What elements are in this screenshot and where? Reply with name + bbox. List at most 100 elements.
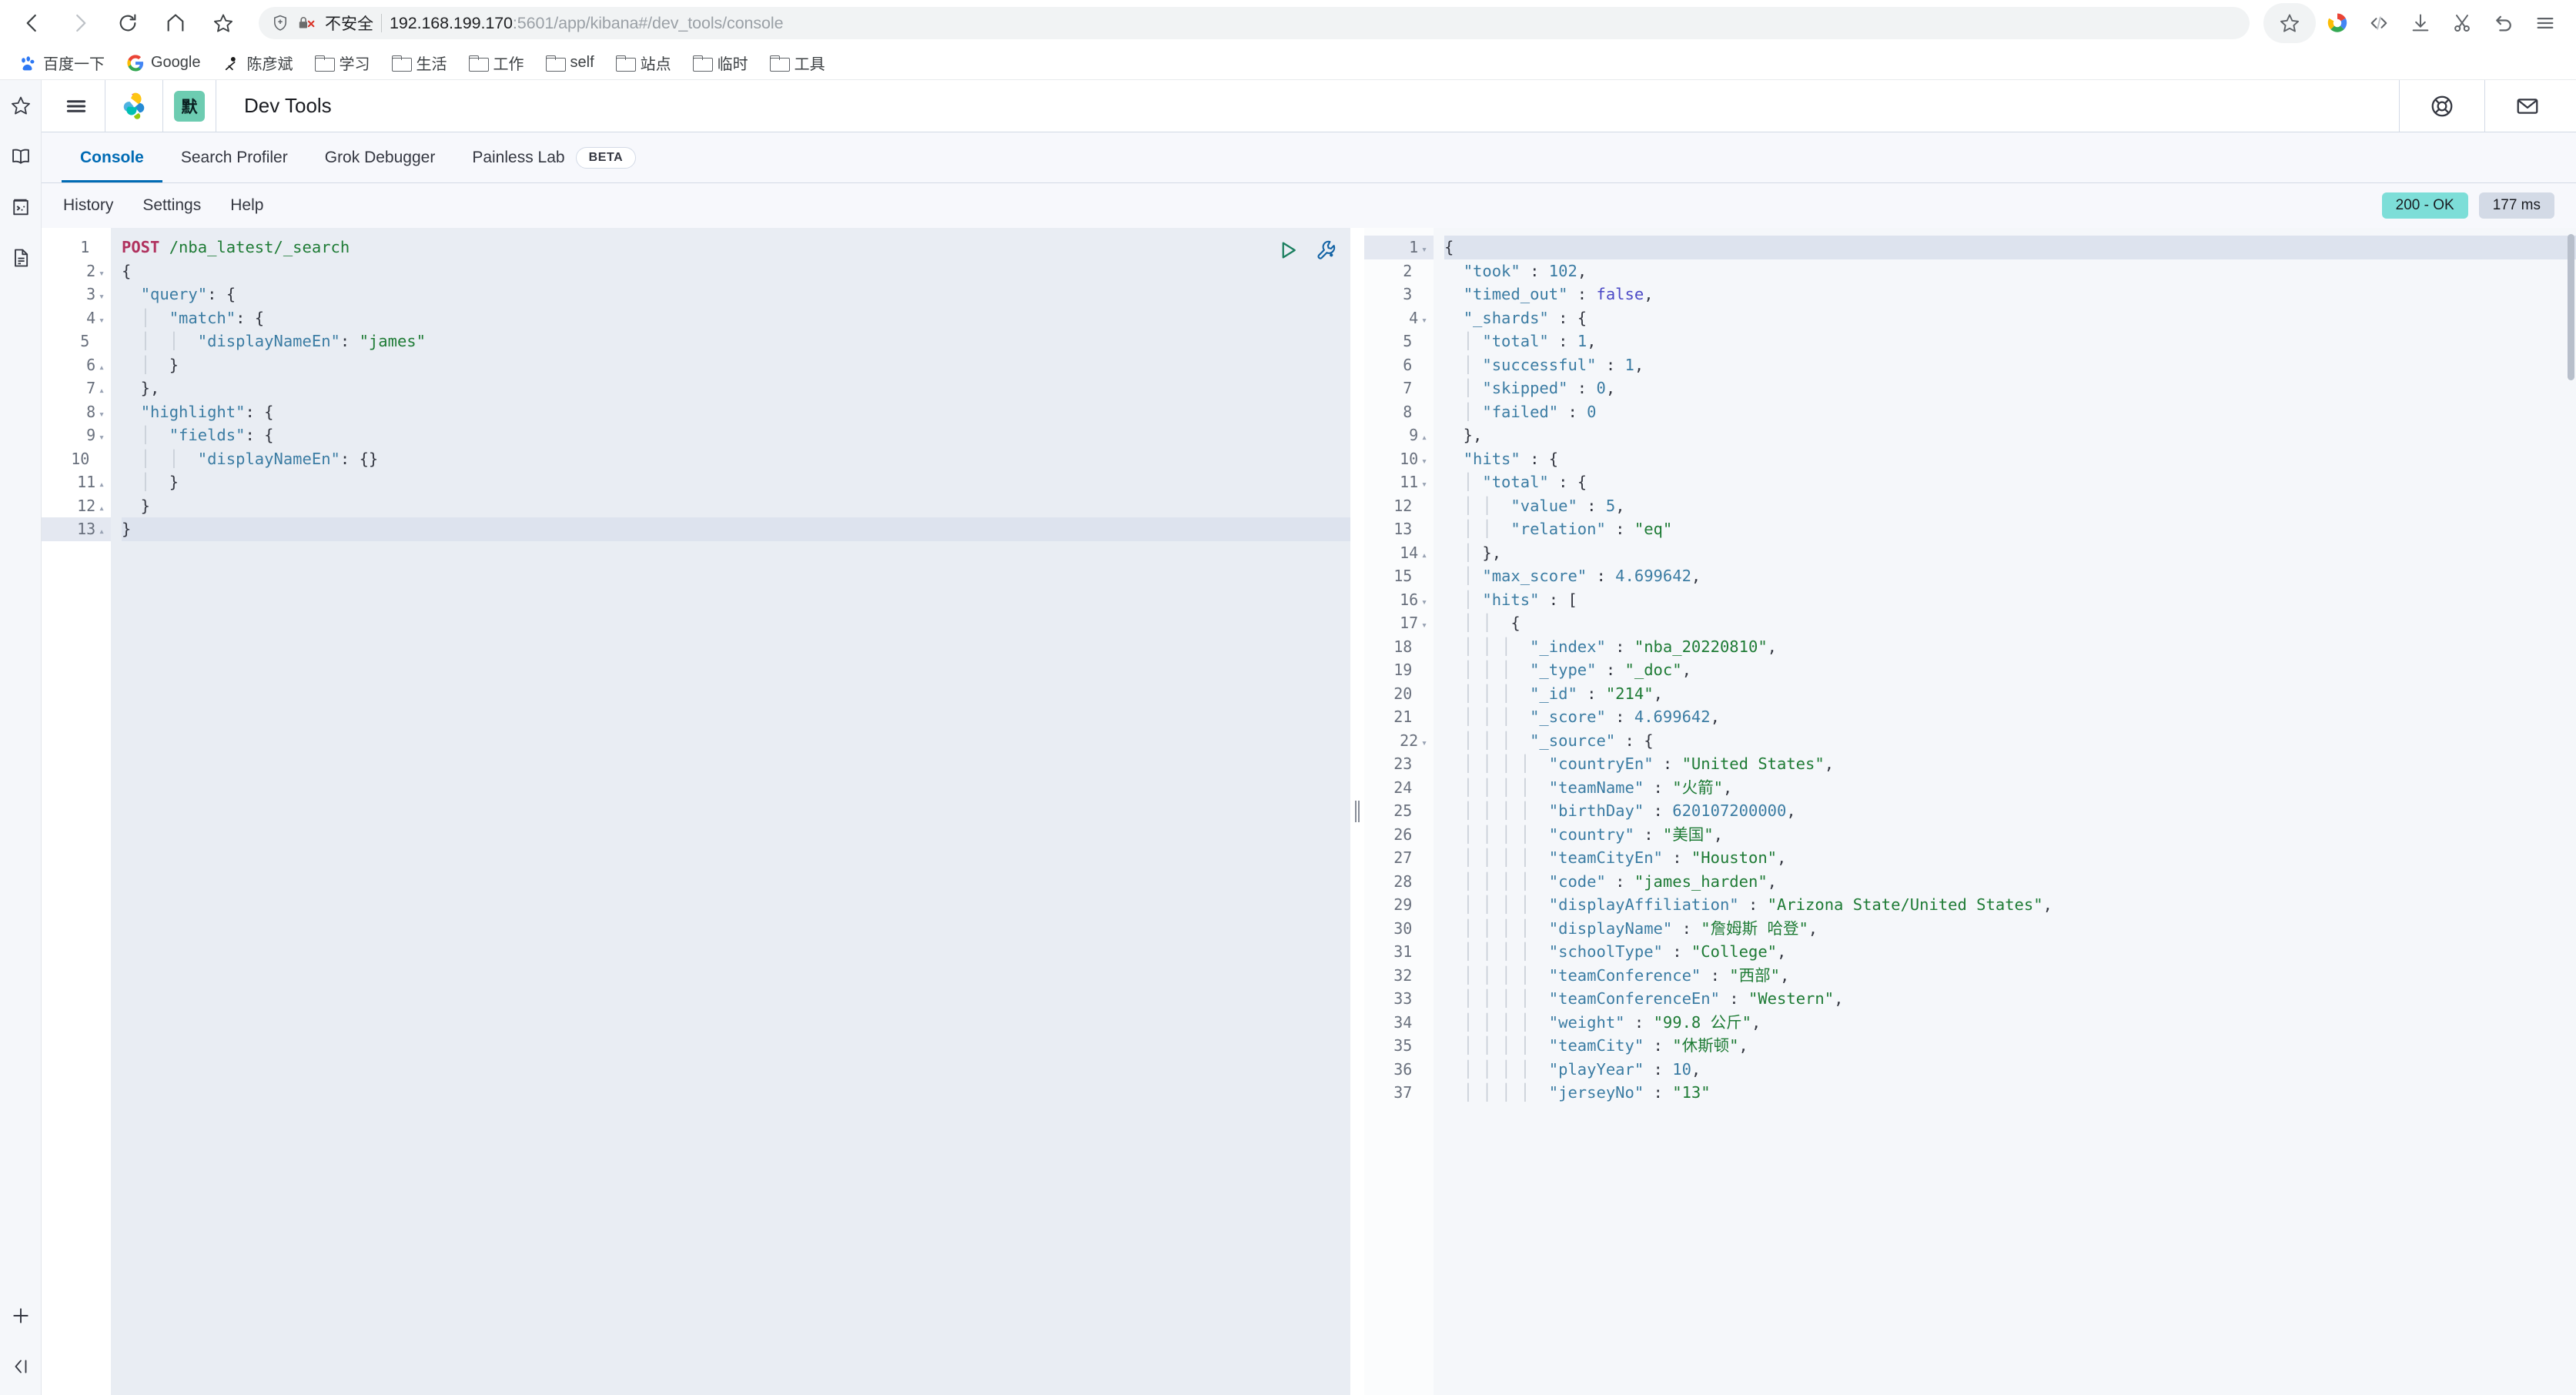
- elastic-logo-icon[interactable]: [116, 89, 152, 124]
- bookmark-star-button[interactable]: [202, 2, 245, 45]
- fold-toggle-icon[interactable]: ▴: [99, 362, 105, 373]
- response-code[interactable]: { "took" : 102, "timed_out" : false, "_s…: [1434, 228, 2576, 1395]
- code-line[interactable]: │ │ {: [1444, 611, 2576, 635]
- address-bar[interactable]: 不安全 192.168.199.170:5601/app/kibana#/dev…: [259, 7, 2250, 39]
- download-icon[interactable]: [2400, 3, 2441, 43]
- scissors-icon[interactable]: [2442, 3, 2482, 43]
- line-number[interactable]: 6: [1364, 353, 1434, 377]
- help-ring-icon[interactable]: [2424, 89, 2460, 124]
- line-number[interactable]: 30: [1364, 917, 1434, 941]
- bookmark-folder-self[interactable]: self: [538, 50, 602, 76]
- fold-toggle-icon[interactable]: ▴: [1421, 432, 1427, 443]
- line-number[interactable]: 31: [1364, 940, 1434, 964]
- response-scrollbar-thumb[interactable]: [2568, 234, 2574, 380]
- bookmark-google[interactable]: Google: [119, 50, 209, 76]
- pane-splitter[interactable]: [1350, 228, 1364, 1395]
- code-line[interactable]: │ │ │ │ "playYear" : 10,: [1444, 1058, 2576, 1082]
- bookmark-baidu[interactable]: 百度一下: [11, 48, 112, 78]
- home-button[interactable]: [154, 2, 197, 45]
- fold-toggle-icon[interactable]: ▴: [99, 503, 105, 514]
- code-line[interactable]: │ │ "relation" : "eq": [1444, 517, 2576, 541]
- fold-toggle-icon[interactable]: ▾: [99, 432, 105, 443]
- fold-toggle-icon[interactable]: ▴: [1421, 550, 1427, 561]
- line-number[interactable]: 17 ▾: [1364, 611, 1434, 635]
- fold-toggle-icon[interactable]: ▴: [99, 526, 105, 537]
- wrench-icon[interactable]: [1313, 237, 1340, 263]
- code-icon[interactable]: [2359, 3, 2399, 43]
- code-line[interactable]: │ │ │ │ "countryEn" : "United States",: [1444, 752, 2576, 776]
- line-number[interactable]: 22 ▾: [1364, 729, 1434, 753]
- line-number[interactable]: 13: [1364, 517, 1434, 541]
- code-line[interactable]: "highlight": {: [122, 400, 1350, 424]
- line-number[interactable]: 3: [1364, 283, 1434, 306]
- code-line[interactable]: │ "failed" : 0: [1444, 400, 2576, 424]
- line-number[interactable]: 37: [1364, 1081, 1434, 1105]
- code-line[interactable]: {: [122, 259, 1350, 283]
- code-line[interactable]: │ │ │ │ "teamCityEn" : "Houston",: [1444, 846, 2576, 870]
- line-number[interactable]: 15: [1364, 564, 1434, 588]
- code-line[interactable]: │ │ │ "_source" : {: [1444, 729, 2576, 753]
- code-line[interactable]: │ },: [1444, 541, 2576, 565]
- line-number[interactable]: 11 ▾: [1364, 470, 1434, 494]
- back-button[interactable]: [11, 2, 54, 45]
- bookmark-folder-shenghuo[interactable]: 生活: [384, 48, 455, 78]
- code-line[interactable]: │ }: [122, 470, 1350, 494]
- line-number[interactable]: 23: [1364, 752, 1434, 776]
- hamburger-menu-icon[interactable]: [59, 89, 94, 124]
- fold-toggle-icon[interactable]: ▾: [1421, 244, 1427, 256]
- response-editor[interactable]: 1 ▾ 2 3 4 ▾ 5 6 7 8 9 ▴ 10 ▾ 11 ▾ 12 13 14 ▴ 15 16 ▾ 1…: [1364, 228, 2576, 1395]
- fold-toggle-icon[interactable]: ▾: [1421, 597, 1427, 608]
- fold-toggle-icon[interactable]: ▾: [99, 291, 105, 303]
- code-line[interactable]: │ "hits" : [: [1444, 588, 2576, 612]
- code-line[interactable]: │ "max_score" : 4.699642,: [1444, 564, 2576, 588]
- code-line[interactable]: │ │ │ │ "code" : "james_harden",: [1444, 870, 2576, 894]
- code-line[interactable]: │ │ │ "_index" : "nba_20220810",: [1444, 635, 2576, 659]
- code-line[interactable]: │ │ │ │ "weight" : "99.8 公斤",: [1444, 1011, 2576, 1035]
- fold-toggle-icon[interactable]: ▾: [99, 268, 105, 279]
- line-number[interactable]: 5: [1364, 330, 1434, 353]
- line-number[interactable]: 19: [1364, 658, 1434, 682]
- fold-toggle-icon[interactable]: ▾: [1421, 479, 1427, 490]
- code-line[interactable]: │ │ │ │ "country" : "美国",: [1444, 823, 2576, 847]
- line-number[interactable]: 35: [1364, 1034, 1434, 1058]
- fold-toggle-icon[interactable]: ▾: [1421, 620, 1427, 631]
- code-line[interactable]: │ "total" : 1,: [1444, 330, 2576, 353]
- forward-button[interactable]: [59, 2, 102, 45]
- request-gutter[interactable]: 1 2 ▾ 3 ▾ 4 ▾ 5 6 ▴ 7 ▴ 8 ▾ 9 ▾ 10 11 ▴ 12 ▴ 13 ▴: [42, 228, 111, 1395]
- code-line[interactable]: │ │ "displayNameEn": {}: [122, 447, 1350, 471]
- bookmark-folder-zhandian[interactable]: 站点: [608, 48, 679, 78]
- fold-toggle-icon[interactable]: ▾: [99, 315, 105, 326]
- code-line[interactable]: │ "successful" : 1,: [1444, 353, 2576, 377]
- fold-toggle-icon[interactable]: ▴: [99, 479, 105, 490]
- code-line[interactable]: │ │ "value" : 5,: [1444, 494, 2576, 518]
- tab-grok-debugger[interactable]: Grok Debugger: [306, 132, 454, 182]
- line-number[interactable]: 34: [1364, 1011, 1434, 1035]
- code-line[interactable]: "hits" : {: [1444, 447, 2576, 471]
- line-number[interactable]: 20: [1364, 682, 1434, 706]
- line-number[interactable]: 4 ▾: [42, 306, 111, 330]
- line-number[interactable]: 7 ▴: [42, 376, 111, 400]
- code-line[interactable]: },: [1444, 423, 2576, 447]
- code-line[interactable]: │ │ │ "_id" : "214",: [1444, 682, 2576, 706]
- line-number[interactable]: 9 ▴: [1364, 423, 1434, 447]
- lock-crossed-icon[interactable]: [297, 14, 317, 32]
- line-number[interactable]: 6 ▴: [42, 353, 111, 377]
- add-icon[interactable]: [6, 1301, 35, 1330]
- request-code[interactable]: POST /nba_latest/_search{ "query": { │ "…: [111, 228, 1350, 1395]
- fold-toggle-icon[interactable]: ▾: [1421, 456, 1427, 467]
- line-number[interactable]: 32: [1364, 964, 1434, 988]
- line-number[interactable]: 26: [1364, 823, 1434, 847]
- code-line[interactable]: │ │ │ │ "schoolType" : "College",: [1444, 940, 2576, 964]
- code-line[interactable]: │ │ │ │ "displayName" : "詹姆斯 哈登",: [1444, 917, 2576, 941]
- fold-toggle-icon[interactable]: ▾: [1421, 315, 1427, 326]
- line-number[interactable]: 2 ▾: [42, 259, 111, 283]
- line-number[interactable]: 8 ▾: [42, 400, 111, 424]
- code-line[interactable]: │ }: [122, 353, 1350, 377]
- code-line[interactable]: "query": {: [122, 283, 1350, 306]
- line-number[interactable]: 3 ▾: [42, 283, 111, 306]
- settings-link[interactable]: Settings: [142, 196, 201, 215]
- page-bookmark-star-icon[interactable]: [2263, 3, 2316, 43]
- code-line[interactable]: POST /nba_latest/_search: [122, 236, 1350, 259]
- menu-icon[interactable]: [2525, 3, 2565, 43]
- line-number[interactable]: 25: [1364, 799, 1434, 823]
